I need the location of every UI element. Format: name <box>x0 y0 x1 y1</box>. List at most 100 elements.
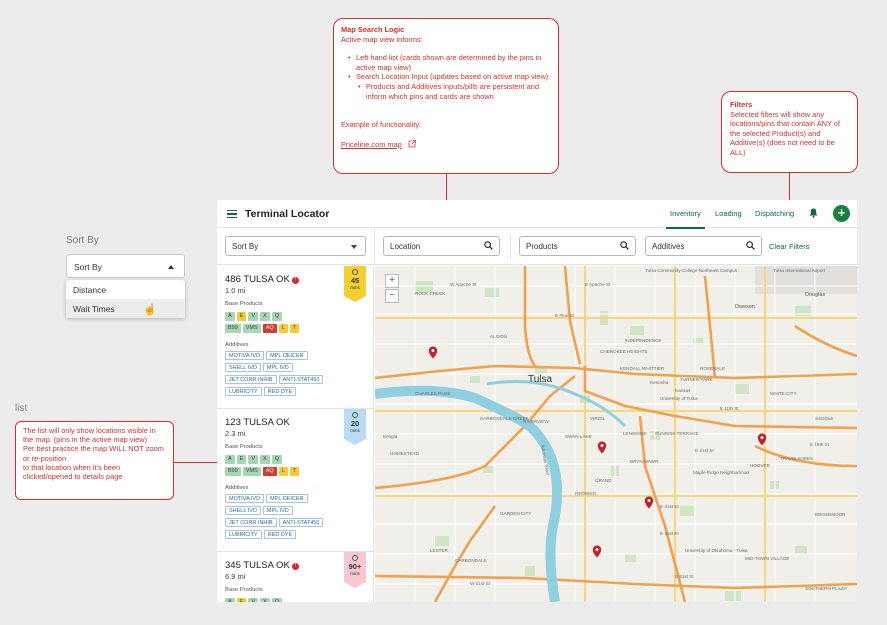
product-pill: AQ <box>262 324 277 333</box>
additive-pill: ANTI-STAT450 <box>278 518 324 527</box>
note-bullet: Left hand list (cards shown are determin… <box>348 53 551 72</box>
map-label: W Apache St <box>450 282 477 287</box>
map-label: TURNER PARK <box>680 377 713 382</box>
filters-note: Filters Selected filters will show any l… <box>721 91 858 173</box>
tab-dispatching[interactable]: Dispatching <box>755 209 794 218</box>
search-icon[interactable] <box>484 241 493 250</box>
sort-option-distance[interactable]: Distance <box>66 280 185 299</box>
map-label: HOOVER <box>750 463 770 468</box>
terminal-card[interactable]: 486 TULSA OK! 1.0 mi 45 mins Base Product… <box>217 266 373 408</box>
additive-pill: SHELL IVD <box>225 506 261 515</box>
clock-icon <box>352 412 358 418</box>
hamburger-menu-icon[interactable] <box>227 210 237 218</box>
map-pin-icon[interactable] <box>428 346 438 359</box>
additive-pills: MOTIVA IVD MPL DEICER <box>225 494 308 503</box>
map-label: University of Tulsa <box>660 396 698 401</box>
location-input[interactable]: Location <box>383 236 500 256</box>
sort-options-menu: Distance Wait Times ☝ <box>66 280 185 318</box>
product-pill: A <box>225 598 235 602</box>
note-line: The list will only show locations visibl… <box>23 426 156 445</box>
additive-pill: MPL DEICER <box>266 351 308 360</box>
additive-pill: MPL IVD <box>262 506 293 515</box>
filter-bar: Sort By Location Products Additives Clea… <box>217 229 857 265</box>
additive-pill: MPL IVD <box>262 363 293 372</box>
additive-pill: ANTI-STAT450 <box>278 375 324 384</box>
note-line: Per best practice the map WILL NOT zoom … <box>23 444 164 463</box>
additive-pill: MOTIVA IVD <box>225 494 265 503</box>
search-icon[interactable] <box>620 241 629 250</box>
map-label: Douglas <box>805 292 826 298</box>
zoom-in-button[interactable]: + <box>385 274 399 288</box>
map-pin-icon[interactable] <box>644 496 654 509</box>
map-label: Dawson <box>735 304 755 310</box>
connector-line <box>174 462 218 463</box>
map-label: CHEROKEE HEIGHTS <box>600 349 648 354</box>
additive-pill: LUBRICITY <box>225 387 262 396</box>
caret-down-icon <box>351 245 357 249</box>
additives-input[interactable]: Additives <box>645 236 762 256</box>
additive-pills: JET CORR INHIB ANTI-STAT450 <box>225 375 324 384</box>
add-button[interactable]: + <box>833 205 850 222</box>
clock-icon <box>352 555 358 561</box>
map-pin-icon[interactable] <box>592 545 602 558</box>
sort-select-label: Sort By <box>74 262 102 272</box>
map-label: E 51st St <box>675 574 694 579</box>
sort-select-label: Sort By <box>232 242 259 251</box>
bell-icon[interactable] <box>809 208 818 218</box>
terminal-locator-app: Terminal Locator Inventory Loading Dispa… <box>217 200 857 602</box>
map-label: E 15th St <box>810 442 829 447</box>
clear-filters-button[interactable]: Clear Filters <box>769 242 809 251</box>
map-label: MID-TOWN VILLAGE <box>745 556 790 561</box>
alert-icon: ! <box>291 563 299 570</box>
note-line: to that location when it's been clicked/… <box>23 462 123 482</box>
top-bar: Terminal Locator Inventory Loading Dispa… <box>217 200 857 229</box>
zoom-out-button[interactable]: − <box>385 289 399 303</box>
product-pills: AEVXQ <box>225 598 282 602</box>
map-label: LENWOOD <box>623 431 647 436</box>
note-title: Map Search Logic <box>341 25 405 34</box>
product-pill: A <box>225 455 235 464</box>
wait-time-badge: 90+ mins <box>344 552 366 588</box>
divider <box>510 236 511 258</box>
product-pills: AEVXQ <box>225 312 282 321</box>
product-pill: V <box>248 455 259 464</box>
map-label: E 41st St <box>660 531 679 536</box>
map-label: E Pine St <box>555 313 575 318</box>
map-pin-icon[interactable] <box>757 433 767 446</box>
terminal-card[interactable]: 345 TULSA OK! 6.9 mi 90+ mins Base Produc… <box>217 552 373 602</box>
product-pill: X <box>260 455 270 464</box>
map-label: SADDLE <box>815 416 834 421</box>
products-input[interactable]: Products <box>519 236 636 256</box>
sort-by-select-demo[interactable]: Sort By <box>66 254 185 278</box>
map-view[interactable]: + − Tulsa Tulsa Community College Northe… <box>375 266 857 602</box>
sort-option-wait-times[interactable]: Wait Times ☝ <box>66 299 185 318</box>
tab-loading[interactable]: Loading <box>715 209 742 218</box>
wait-unit: mins <box>350 428 360 433</box>
product-pill: V <box>248 312 259 321</box>
search-icon[interactable] <box>746 241 755 250</box>
location-placeholder: Location <box>390 242 421 251</box>
additive-pills: SHELL IVD MPL IVD <box>225 363 293 372</box>
map-label: E Apache St <box>585 282 611 287</box>
product-pill: B99 <box>225 467 241 476</box>
map-label: KENDALL WHITTIER <box>620 366 665 371</box>
product-pill: Q <box>271 598 282 602</box>
card-name: 345 TULSA OK! <box>225 560 299 571</box>
map-label: Tulsa Community College Northeast Campus <box>645 268 737 273</box>
priceline-link[interactable]: Priceline.com map <box>341 140 402 149</box>
additive-pills: JET CORR INHIB ANTI-STAT450 <box>225 518 324 527</box>
wait-time-badge: 20 mins <box>344 409 366 445</box>
additives-label: Additives <box>225 485 249 491</box>
tab-inventory[interactable]: Inventory <box>666 209 705 229</box>
map-label: SWAN LAKE <box>565 434 592 439</box>
note-example-label: Example of functionality: <box>341 120 422 130</box>
map-label: GRAND <box>595 478 612 483</box>
map-pin-icon[interactable] <box>597 441 607 454</box>
sort-by-select[interactable]: Sort By <box>225 236 366 256</box>
additive-pill: JET CORR INHIB <box>225 375 277 384</box>
product-pill: T <box>289 324 300 333</box>
product-pill: VMS <box>242 467 261 476</box>
product-pills: B99 VMS AQ L T <box>225 324 300 333</box>
map-label: WHITE CITY <box>770 391 797 396</box>
terminal-card[interactable]: 123 TULSA OK 2.3 mi 20 mins Base Products… <box>217 409 373 551</box>
